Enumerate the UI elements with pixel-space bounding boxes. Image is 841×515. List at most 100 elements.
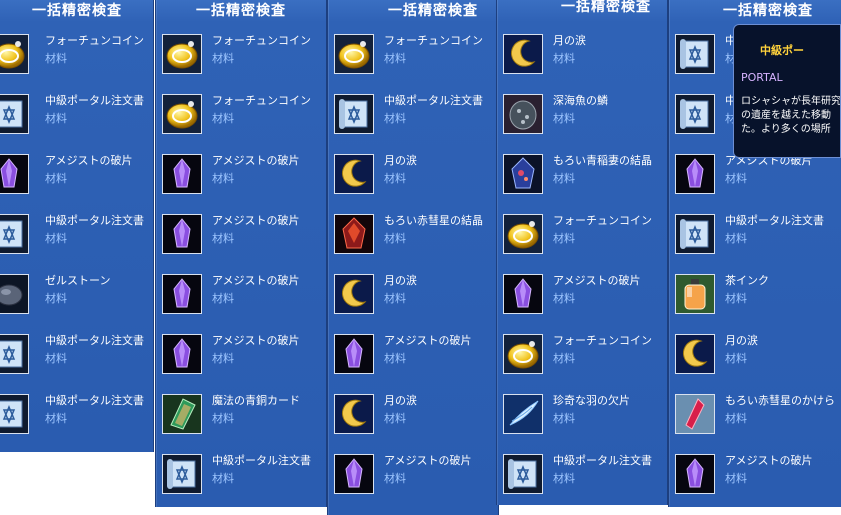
item-name: 中級ポータル注文書 — [45, 214, 144, 227]
item-category: 材料 — [212, 232, 234, 245]
empty-area — [0, 452, 155, 515]
inspection-list-item[interactable]: 中級ポータル注文書材料 — [156, 448, 326, 508]
item-name: フォーチュンコイン — [45, 34, 144, 47]
coin-icon — [162, 34, 202, 74]
item-category: 材料 — [553, 172, 575, 185]
inspection-list-item[interactable]: もろい赤彗星のかけら 材料 — [669, 388, 841, 448]
inspection-list-item[interactable]: アメジストの破片 材料 — [328, 328, 498, 388]
item-name: 中級ポータル注文書 — [45, 94, 144, 107]
item-name: アメジストの破片 — [212, 334, 300, 347]
item-category: 材料 — [384, 412, 406, 425]
inspection-list-item[interactable]: 魔法の青銅カード 材料 — [156, 388, 326, 448]
inspection-list-item[interactable]: 珍奇な羽の欠片 材料 — [497, 388, 667, 448]
moon-icon — [675, 334, 715, 374]
inspection-list-item[interactable]: 中級ポータル注文書材料 — [669, 208, 841, 268]
item-category: 材料 — [212, 292, 234, 305]
ink-icon — [675, 274, 715, 314]
item-name: 月の涙 — [384, 274, 417, 287]
amethyst-icon — [675, 454, 715, 494]
amethyst-icon — [162, 334, 202, 374]
item-category: 材料 — [212, 352, 234, 365]
inspection-list-item[interactable]: 月の涙 材料 — [497, 28, 667, 88]
inspection-list-item[interactable]: 茶インク 材料 — [669, 268, 841, 328]
inspection-list-item[interactable]: フォーチュンコイン 材料 — [497, 208, 667, 268]
inspection-list-item[interactable]: 中級ポータル注文書材料 — [497, 448, 667, 508]
inspection-list-item[interactable]: 中級ポータル注文書材料 — [0, 328, 153, 388]
item-category: 材料 — [384, 292, 406, 305]
inspection-list-item[interactable]: 月の涙 材料 — [328, 148, 498, 208]
item-category: 材料 — [45, 412, 67, 425]
item-name: アメジストの破片 — [212, 214, 300, 227]
item-category: 材料 — [384, 172, 406, 185]
item-name: アメジストの破片 — [384, 334, 472, 347]
amethyst-icon — [675, 154, 715, 194]
inspection-list-item[interactable]: 中級ポータル注文書材料 — [328, 88, 498, 148]
moon-icon — [334, 394, 374, 434]
item-name: フォーチュンコイン — [212, 94, 311, 107]
inspection-list-item[interactable]: フォーチュンコイン 材料 — [497, 328, 667, 388]
item-name: もろい赤彗星のかけら — [725, 394, 835, 407]
item-name: アメジストの破片 — [212, 154, 300, 167]
inspection-list-item[interactable]: 中級ポータル注文書材料 — [0, 88, 153, 148]
inspection-panel-2: 一括精密検査 フォーチュンコイン 材料 フォーチュンコイン 材料 アメジストの破片 材料ア… — [155, 0, 327, 507]
item-name: フォーチュンコイン — [553, 334, 652, 347]
blue-crystal-icon — [503, 154, 543, 194]
item-name: 深海魚の鱗 — [553, 94, 608, 107]
scroll-icon — [503, 454, 543, 494]
item-name: 珍奇な羽の欠片 — [553, 394, 630, 407]
item-name: もろい青稲妻の結晶 — [553, 154, 652, 167]
inspection-list-item[interactable]: アメジストの破片 材料 — [156, 208, 326, 268]
inspection-list-item[interactable]: 月の涙 材料 — [669, 328, 841, 388]
inspection-list-item[interactable]: アメジストの破片 材料 — [156, 328, 326, 388]
inspection-list-item[interactable]: フォーチュンコイン 材料 — [156, 88, 326, 148]
inspection-list-item[interactable]: 月の涙 材料 — [328, 268, 498, 328]
inspection-list-item[interactable]: フォーチュンコイン 材料 — [0, 28, 153, 88]
coin-icon — [0, 34, 29, 74]
red-shard-icon — [675, 394, 715, 434]
item-category: 材料 — [725, 172, 747, 185]
scroll-icon — [0, 394, 29, 434]
item-name: もろい赤彗星の結晶 — [384, 214, 483, 227]
item-category: 材料 — [725, 472, 747, 485]
inspection-list-item[interactable]: アメジストの破片 材料 — [0, 148, 153, 208]
item-category: 材料 — [725, 412, 747, 425]
amethyst-icon — [162, 154, 202, 194]
inspection-list-item[interactable]: 中級ポータル注文書材料 — [0, 208, 153, 268]
inspection-list-item[interactable]: ゼルストーン 材料 — [0, 268, 153, 328]
item-name: 中級ポータル注文書 — [384, 94, 483, 107]
item-category: 材料 — [45, 232, 67, 245]
panel-title: 一括精密検査 — [196, 3, 286, 19]
item-category: 材料 — [384, 352, 406, 365]
inspection-list-item[interactable]: 中級ポータル注文書材料 — [0, 388, 153, 448]
moon-icon — [503, 34, 543, 74]
item-name: 中級ポータル注文書 — [45, 394, 144, 407]
item-category: 材料 — [725, 232, 747, 245]
item-category: 材料 — [553, 52, 575, 65]
inspection-list-item[interactable]: フォーチュンコイン 材料 — [328, 28, 498, 88]
item-category: 材料 — [384, 112, 406, 125]
item-name: 月の涙 — [384, 394, 417, 407]
scale-icon — [503, 94, 543, 134]
moon-icon — [334, 154, 374, 194]
item-name: ゼルストーン — [45, 274, 111, 287]
inspection-list-item[interactable]: アメジストの破片 材料 — [156, 268, 326, 328]
item-category: 材料 — [553, 352, 575, 365]
inspection-list-item[interactable]: 月の涙 材料 — [328, 388, 498, 448]
inspection-list-item[interactable]: アメジストの破片 材料 — [497, 268, 667, 328]
item-category: 材料 — [384, 232, 406, 245]
amethyst-icon — [0, 154, 29, 194]
inspection-list-item[interactable]: 深海魚の鱗 材料 — [497, 88, 667, 148]
item-category: 材料 — [212, 172, 234, 185]
inspection-list-item[interactable]: アメジストの破片 材料 — [669, 448, 841, 508]
item-name: フォーチュンコイン — [212, 34, 311, 47]
amethyst-icon — [334, 454, 374, 494]
inspection-list-item[interactable]: もろい赤彗星の結晶 材料 — [328, 208, 498, 268]
panel-title: 一括精密検査 — [388, 3, 478, 19]
scroll-icon — [162, 454, 202, 494]
inspection-list-item[interactable]: アメジストの破片 材料 — [328, 448, 498, 508]
amethyst-icon — [503, 274, 543, 314]
inspection-list-item[interactable]: フォーチュンコイン 材料 — [156, 28, 326, 88]
inspection-list-item[interactable]: もろい青稲妻の結晶 材料 — [497, 148, 667, 208]
inspection-list-item[interactable]: アメジストの破片 材料 — [156, 148, 326, 208]
item-category: 材料 — [553, 292, 575, 305]
